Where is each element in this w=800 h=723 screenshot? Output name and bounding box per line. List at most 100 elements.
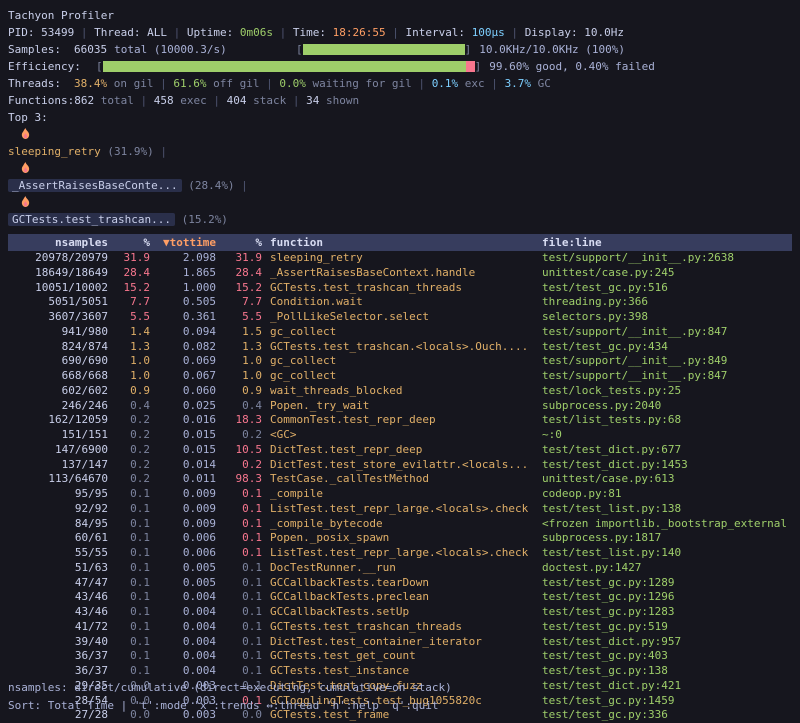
cell-file-line: test/test_gc.py:1289 (542, 576, 792, 591)
cell-tottime: 0.009 (150, 487, 216, 502)
efficiency-label: Efficiency: (8, 60, 96, 73)
cell-nsamples: 690/690 (8, 354, 108, 369)
efficiency-bar (103, 61, 475, 72)
table-row: 20978/2097931.92.09831.9sleeping_retryte… (8, 251, 792, 266)
cell-nsamples: 941/980 (8, 325, 108, 340)
cell-nsamples: 113/64670 (8, 472, 108, 487)
cell-function: _compile (262, 487, 542, 502)
app-title: Tachyon Profiler (8, 7, 792, 24)
table-row: 36/370.10.0040.1GCTests.test_get_countte… (8, 649, 792, 664)
table-row: 246/2460.40.0250.4Popen._try_waitsubproc… (8, 399, 792, 414)
table-row: 151/1510.20.0150.2<GC>~:0 (8, 428, 792, 443)
thread-percent: 61.6% (173, 77, 206, 90)
cell-file-line: subprocess.py:2040 (542, 399, 792, 414)
separator: | (412, 77, 432, 90)
efficiency-good-fill (103, 61, 466, 72)
table-body: 20978/2097931.92.09831.9sleeping_retryte… (8, 251, 792, 723)
cell-tottime: 0.005 (150, 561, 216, 576)
cell-cumulative-percent: 0.1 (216, 517, 262, 532)
cell-tottime: 0.011 (150, 472, 216, 487)
cell-function: sleeping_retry (262, 251, 542, 266)
thread-percent: 38.4% (74, 77, 107, 90)
cell-tottime: 0.361 (150, 310, 216, 325)
cell-tottime: 0.006 (150, 546, 216, 561)
cell-nsamples: 246/246 (8, 399, 108, 414)
samples-count: 66035 (74, 43, 107, 56)
cell-nsamples: 668/668 (8, 369, 108, 384)
cell-direct-percent: 0.4 (108, 399, 150, 414)
cell-file-line: test/support/__init__.py:847 (542, 369, 792, 384)
cell-direct-percent: 0.1 (108, 502, 150, 517)
efficiency-summary: 99.60% good, 0.40% failed (489, 60, 655, 73)
cell-direct-percent: 0.1 (108, 635, 150, 650)
cell-file-line: test/test_gc.py:516 (542, 281, 792, 296)
info-label: PID: (8, 26, 41, 39)
cell-file-line: unittest/case.py:245 (542, 266, 792, 281)
threads-segments: 38.4% on gil | 61.6% off gil | 0.0% wait… (74, 77, 551, 90)
cell-function: DictTest.test_container_iterator (262, 635, 542, 650)
cell-tottime: 0.025 (150, 399, 216, 414)
cell-direct-percent: 31.9 (108, 251, 150, 266)
functions-count-label: total (94, 94, 134, 107)
threads-line: Threads:38.4% on gil | 61.6% off gil | 0… (8, 75, 792, 92)
cell-function: DictTest.test_store_evilattr.<locals... (262, 458, 542, 473)
cell-nsamples: 137/147 (8, 458, 108, 473)
table-row: 137/1470.20.0140.2DictTest.test_store_ev… (8, 458, 792, 473)
cell-function: TestCase._callTestMethod (262, 472, 542, 487)
column-header-cumulative-percent: % (216, 234, 262, 251)
cell-cumulative-percent: 28.4 (216, 266, 262, 281)
cell-direct-percent: 0.2 (108, 458, 150, 473)
threads-label: Threads: (8, 75, 74, 92)
functions-count: 34 (306, 94, 319, 107)
cell-nsamples: 824/874 (8, 340, 108, 355)
cell-cumulative-percent: 0.1 (216, 649, 262, 664)
thread-state-label: on gil (107, 77, 153, 90)
cell-direct-percent: 1.4 (108, 325, 150, 340)
separator: | (154, 145, 174, 158)
separator: | (386, 26, 406, 39)
cell-cumulative-percent: 0.2 (216, 458, 262, 473)
cell-tottime: 0.014 (150, 458, 216, 473)
cell-nsamples: 20978/20979 (8, 251, 108, 266)
thread-percent: 0.0% (279, 77, 306, 90)
bar-close-bracket (475, 60, 482, 73)
cell-direct-percent: 0.9 (108, 384, 150, 399)
cell-cumulative-percent: 0.1 (216, 576, 262, 591)
cell-direct-percent: 0.1 (108, 605, 150, 620)
cell-function: <GC> (262, 428, 542, 443)
cell-direct-percent: 0.1 (108, 517, 150, 532)
efficiency-line: Efficiency: 99.60% good, 0.40% failed (8, 58, 792, 75)
separator: | (235, 179, 255, 192)
table-row: 18649/1864928.41.86528.4_AssertRaisesBas… (8, 266, 792, 281)
thread-state-label: GC (531, 77, 551, 90)
cell-cumulative-percent: 1.0 (216, 369, 262, 384)
cell-function: gc_collect (262, 354, 542, 369)
samples-rate: 10.0KHz/10.0KHz (100%) (479, 43, 625, 56)
cell-tottime: 0.069 (150, 354, 216, 369)
bar-close-bracket (465, 43, 472, 56)
cell-tottime: 0.015 (150, 443, 216, 458)
cell-tottime: 0.006 (150, 531, 216, 546)
cell-function: Popen._try_wait (262, 399, 542, 414)
cell-file-line: unittest/case.py:613 (542, 472, 792, 487)
cell-direct-percent: 0.1 (108, 561, 150, 576)
table-row: 602/6020.90.0600.9wait_threads_blockedte… (8, 384, 792, 399)
cell-nsamples: 10051/10002 (8, 281, 108, 296)
cell-file-line: test/test_gc.py:1296 (542, 590, 792, 605)
info-label: Time: (293, 26, 333, 39)
samples-label: Samples: (8, 43, 74, 56)
cell-nsamples: 47/47 (8, 576, 108, 591)
table-header: nsamples % ▼tottime % function file:line (8, 234, 792, 251)
functions-count: 458 (154, 94, 174, 107)
table-row: 113/646700.20.01198.3TestCase._callTestM… (8, 472, 792, 487)
cell-function: Popen._posix_spawn (262, 531, 542, 546)
cell-cumulative-percent: 0.1 (216, 546, 262, 561)
thread-state-label: exc (458, 77, 485, 90)
table-row: 10051/1000215.21.00015.2GCTests.test_tra… (8, 281, 792, 296)
functions-segments: 862 total | 458 exec | 404 stack | 34 sh… (74, 94, 359, 107)
top3-line: Top 3: sleeping_retry (31.9%) | _AssertR… (8, 109, 792, 228)
separator: | (134, 94, 154, 107)
cell-file-line: test/test_gc.py:1459 (542, 694, 792, 709)
cell-nsamples: 84/95 (8, 517, 108, 532)
cell-function: GCCallbackTests.preclean (262, 590, 542, 605)
